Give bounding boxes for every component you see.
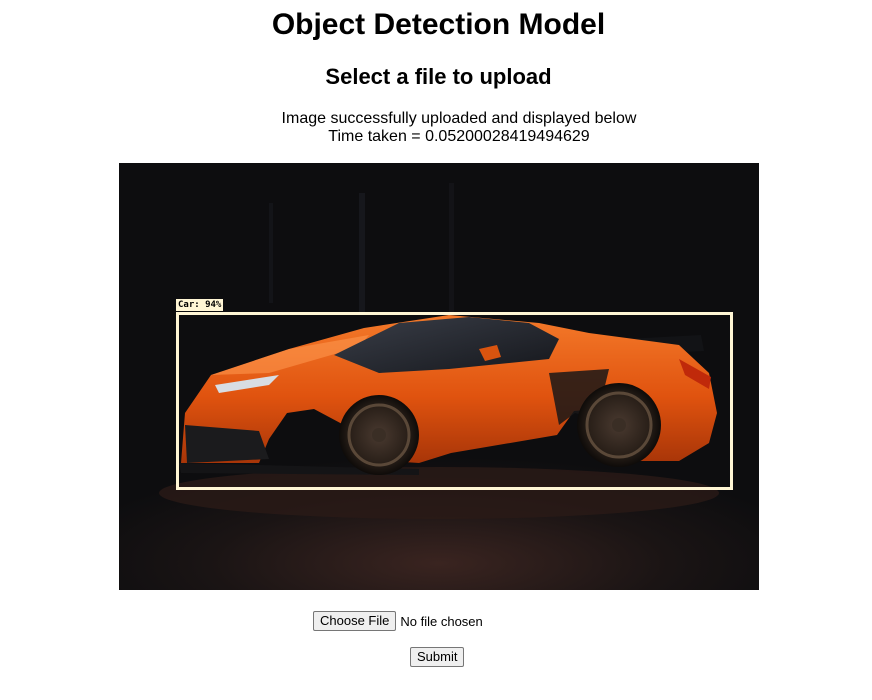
file-status-text: No file chosen — [400, 613, 483, 629]
detection-label: Car: 94% — [176, 299, 224, 311]
upload-success-text: Image successfully uploaded and displaye… — [281, 110, 637, 127]
submit-row: Submit — [410, 647, 465, 667]
choose-file-button[interactable]: Choose File — [313, 611, 397, 631]
time-taken-text: Time taken = 0.05200028419494629 — [328, 128, 590, 145]
bounding-box — [176, 312, 733, 490]
upload-heading: Select a file to upload — [325, 64, 552, 89]
detection-result-image: Car: 94% — [119, 163, 759, 590]
page: Object Detection Model Select a file to … — [0, 0, 872, 700]
file-input: Choose File No file chosen — [313, 611, 483, 631]
status-message: Image successfully uploaded and displaye… — [0, 110, 872, 146]
submit-button[interactable]: Submit — [410, 647, 465, 667]
page-title: Object Detection Model — [271, 8, 606, 41]
